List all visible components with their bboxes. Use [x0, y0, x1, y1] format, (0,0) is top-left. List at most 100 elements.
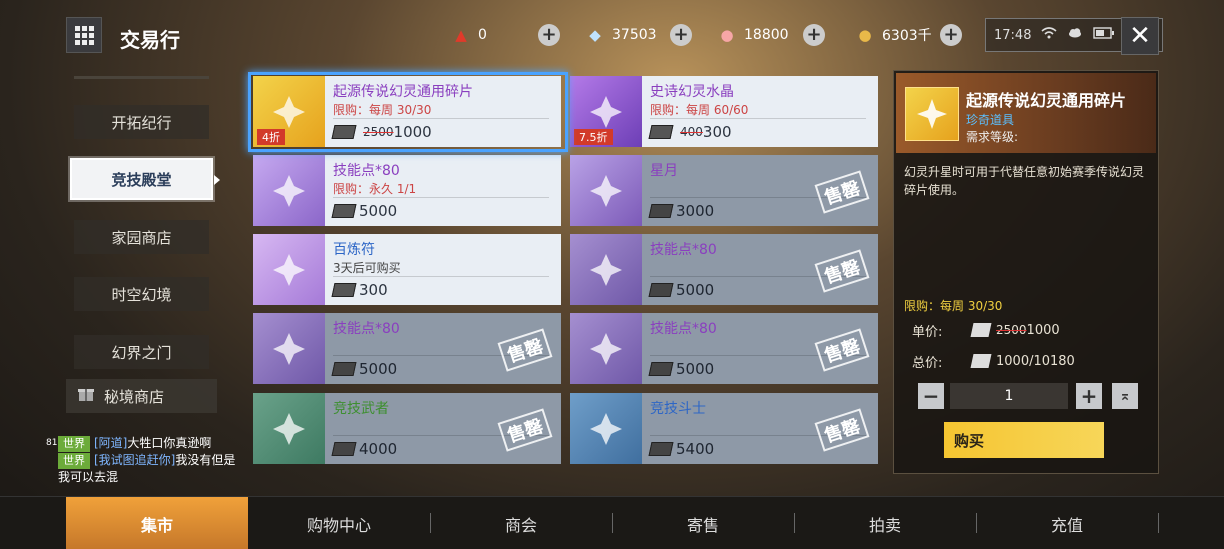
total-price-row: 总价: 1000/10180	[912, 350, 1075, 372]
item-card[interactable]: 技能点*80 限购：永久 1/1 5000	[253, 155, 561, 226]
chat-sender[interactable]: [阿道]	[94, 436, 127, 450]
chat-box[interactable]: 81 世界 [阿道]大牲口你真逊啊 世界 [我试图追赶你]我没有但是我可以去混	[46, 435, 241, 485]
sidebar-divider	[74, 76, 209, 79]
unit-price-old: 2500	[996, 323, 1027, 337]
sidebar-item-shikong[interactable]: 时空幻境	[74, 277, 209, 311]
currency-shell: ● 18800	[718, 22, 788, 48]
add-diamond-button[interactable]: +	[670, 24, 692, 46]
detail-level-requirement: 需求等级:	[966, 130, 1019, 144]
sidebar-item-label: 秘境商店	[104, 387, 165, 406]
detail-description: 幻灵升星时可用于代替任意初始赛季传说幻灵碎片使用。	[904, 165, 1145, 197]
tab-auction[interactable]: 拍卖	[794, 497, 976, 549]
ticket-icon	[331, 362, 357, 376]
divider	[333, 276, 549, 277]
item-card[interactable]: 技能点*80 5000 售罄	[570, 234, 878, 305]
menu-grid-button[interactable]	[66, 17, 102, 53]
tab-label: 拍卖	[868, 515, 901, 535]
tab-label: 购物中心	[306, 515, 371, 535]
sidebar-item-jiayuan[interactable]: 家园商店	[74, 220, 209, 254]
chat-sender[interactable]: [我试图追赶你]	[94, 453, 175, 467]
sold-out-stamp: 售罄	[497, 408, 553, 452]
scroll-icon	[253, 234, 325, 305]
star-moon-icon	[570, 155, 642, 226]
ticket-icon	[970, 354, 992, 368]
add-shell-button[interactable]: +	[803, 24, 825, 46]
unit-price-value: 1000	[1026, 322, 1060, 338]
item-limit: 限购：永久 1/1	[333, 182, 417, 196]
wifi-icon	[1041, 27, 1057, 43]
item-name: 起源传说幻灵通用碎片	[333, 84, 473, 100]
sidebar-item-label: 时空幻境	[111, 285, 172, 304]
add-gold-button[interactable]: +	[940, 24, 962, 46]
item-card[interactable]: 百炼符 3天后可购买 300	[253, 234, 561, 305]
sidebar-item-label: 幻界之门	[111, 343, 172, 362]
divider	[333, 118, 549, 119]
max-quantity-button[interactable]: ⌅	[1112, 383, 1138, 409]
item-card[interactable]: 技能点*80 5000 售罄	[253, 313, 561, 384]
gold-coin-icon: ●	[858, 26, 872, 44]
sidebar-item-mijing[interactable]: 秘境商店	[66, 379, 217, 413]
tab-consign[interactable]: 寄售	[612, 497, 794, 549]
tab-recharge[interactable]: 充值	[976, 497, 1158, 549]
increase-button[interactable]: +	[1076, 383, 1102, 409]
plus-icon: +	[1080, 384, 1098, 408]
grid-icon	[74, 25, 95, 46]
total-price-label: 总价:	[912, 355, 943, 371]
sidebar-item-jingji[interactable]: 竞技殿堂	[70, 158, 220, 200]
rolled-scroll-icon	[570, 393, 642, 464]
battery-icon	[1093, 27, 1115, 43]
item-price: 5000	[331, 200, 397, 222]
tab-label: 充值	[1050, 515, 1083, 535]
ticket-icon	[648, 442, 674, 456]
tab-shopping-center[interactable]: 购物中心	[248, 497, 430, 549]
tab-market[interactable]: 集市	[66, 497, 248, 549]
item-card[interactable]: 竞技武者 4000 售罄	[253, 393, 561, 464]
item-card[interactable]: 技能点*80 5000 售罄	[570, 313, 878, 384]
ticket-icon	[648, 362, 674, 376]
shard-icon: 4折	[253, 76, 325, 147]
sidebar-item-label: 家园商店	[111, 228, 172, 247]
add-red-crystal-button[interactable]: +	[538, 24, 560, 46]
sidebar-item-label: 开拓纪行	[111, 113, 172, 132]
item-detail-panel: 起源传说幻灵通用碎片 珍奇道具 需求等级: 幻灵升星时可用于代替任意初始赛季传说…	[893, 70, 1159, 474]
price-value: 5000	[676, 360, 715, 378]
item-price: 5000	[331, 358, 398, 380]
item-name: 星月	[650, 163, 678, 179]
price-value: 5400	[676, 440, 715, 458]
price-value: 5000	[359, 360, 398, 378]
buy-button[interactable]: 购买	[944, 422, 1104, 458]
tab-label: 商会	[504, 515, 537, 535]
item-card[interactable]: 7.5折 史诗幻灵水晶 限购：每周 60/60 400 300	[570, 76, 878, 147]
price-value: 5000	[676, 281, 715, 299]
rolled-scroll-icon	[253, 393, 325, 464]
chat-line: 世界 [我试图追赶你]我没有但是我可以去混	[46, 452, 241, 485]
sold-out-stamp: 售罄	[814, 249, 870, 293]
red-crystal-icon: ▲	[455, 26, 467, 44]
price-value: 300	[359, 281, 388, 299]
item-price: 5000	[648, 358, 715, 380]
item-card[interactable]: 4折 起源传说幻灵通用碎片 限购：每周 30/30 2500 1000	[253, 76, 561, 147]
item-card[interactable]: 竞技斗士 5400 售罄	[570, 393, 878, 464]
sidebar-item-kaituo[interactable]: 开拓纪行	[74, 105, 209, 139]
sold-out-stamp: 售罄	[814, 328, 870, 372]
crystal-icon: 7.5折	[570, 76, 642, 147]
item-limit: 限购：每周 30/30	[333, 103, 432, 117]
item-card[interactable]: 星月 3000 售罄	[570, 155, 878, 226]
item-name: 史诗幻灵水晶	[650, 84, 734, 100]
minus-icon: −	[922, 384, 940, 408]
item-price: 5000	[648, 279, 715, 301]
quantity-value[interactable]: 1	[950, 383, 1068, 409]
decrease-button[interactable]: −	[918, 383, 944, 409]
total-price-value: 1000/10180	[996, 353, 1075, 369]
detail-item-type: 珍奇道具	[966, 113, 1015, 127]
ticket-icon	[648, 204, 674, 218]
sidebar-item-huanjie[interactable]: 幻界之门	[74, 335, 209, 369]
tab-guild[interactable]: 商会	[430, 497, 612, 549]
close-button[interactable]: ✕	[1121, 17, 1159, 55]
divider	[333, 197, 549, 198]
item-name: 竞技斗士	[650, 401, 706, 417]
price-value: 1000	[393, 123, 432, 141]
page-title: 交易行	[120, 28, 180, 52]
item-price: 5400	[648, 438, 715, 460]
ticket-icon	[648, 283, 674, 297]
